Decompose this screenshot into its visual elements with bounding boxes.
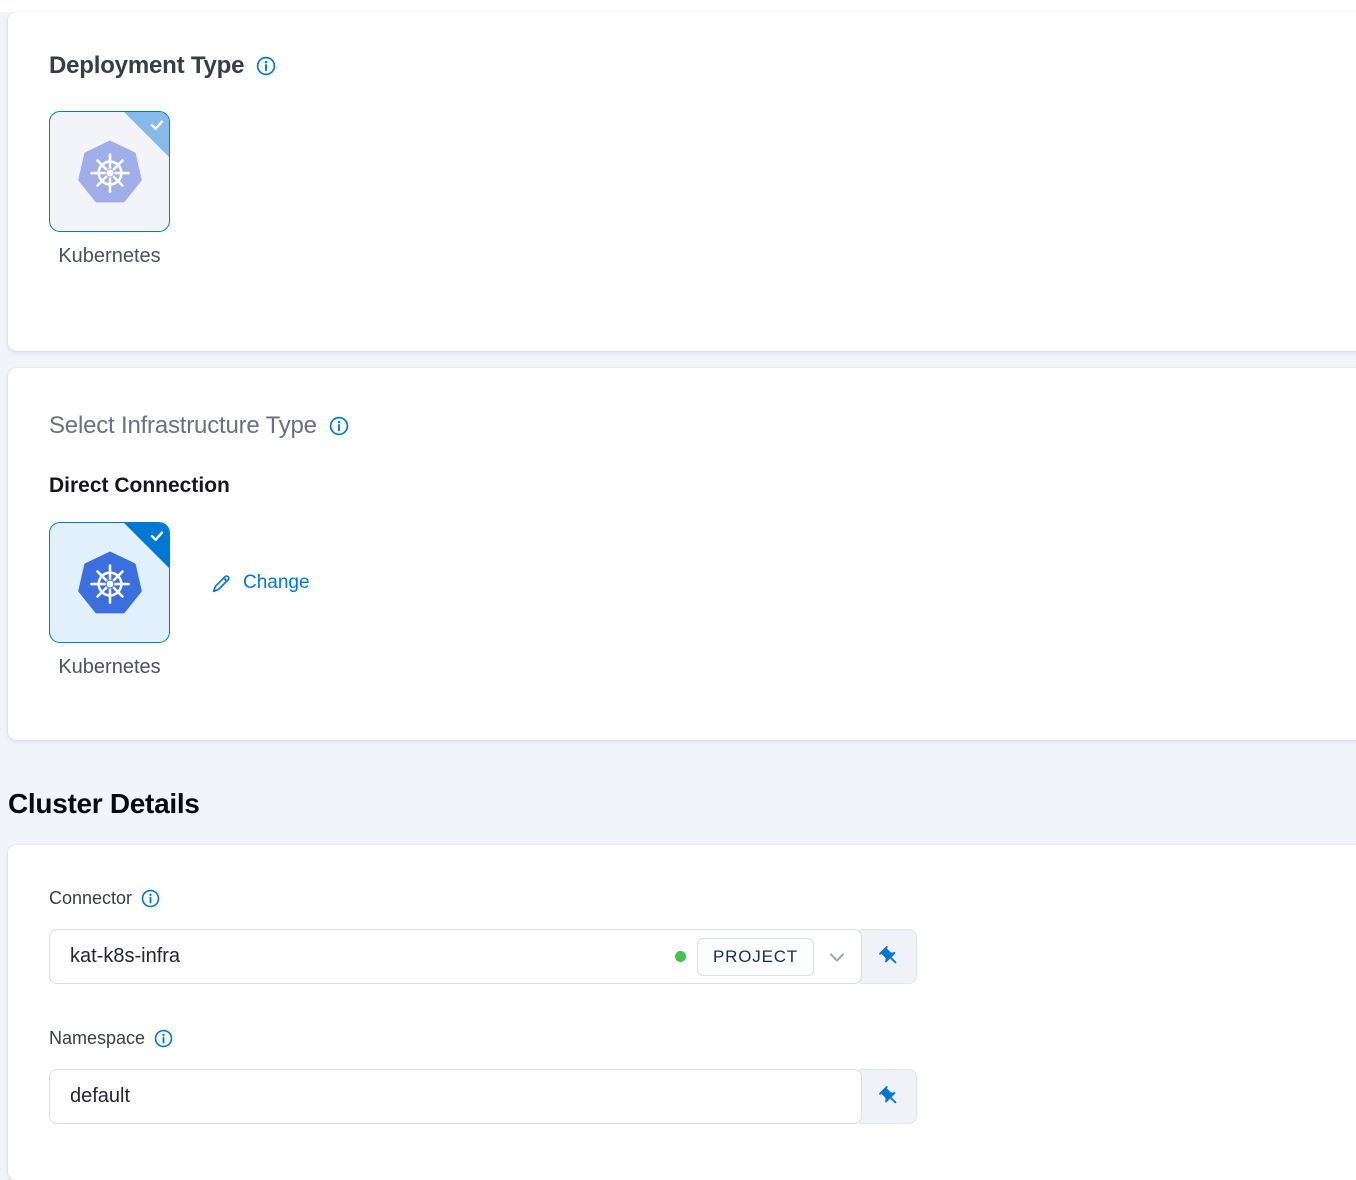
pencil-icon bbox=[210, 572, 232, 594]
change-label: Change bbox=[243, 572, 310, 594]
check-icon bbox=[149, 528, 165, 544]
namespace-pin-button[interactable] bbox=[854, 1069, 917, 1124]
pin-icon bbox=[878, 945, 901, 968]
connector-scope-badge: PROJECT bbox=[697, 938, 814, 976]
connector-label-row: Connector bbox=[49, 888, 1356, 909]
connector-status-dot bbox=[675, 951, 686, 962]
chevron-down-icon bbox=[826, 946, 848, 968]
infrastructure-tile-label: Kubernetes bbox=[58, 656, 160, 679]
infrastructure-tile-kubernetes[interactable] bbox=[49, 522, 170, 643]
kubernetes-icon bbox=[77, 550, 143, 616]
namespace-value: default bbox=[70, 1085, 848, 1108]
direct-connection-label: Direct Connection bbox=[49, 474, 1356, 498]
info-icon[interactable] bbox=[256, 56, 276, 76]
check-icon bbox=[149, 117, 165, 133]
cluster-details-card: Connector kat-k8s-infra PROJECT Namespac… bbox=[8, 845, 1356, 1180]
kubernetes-icon bbox=[77, 139, 143, 205]
infrastructure-title: Select Infrastructure Type bbox=[49, 412, 317, 440]
connector-value: kat-k8s-infra bbox=[70, 945, 675, 968]
info-icon[interactable] bbox=[154, 1029, 173, 1048]
namespace-label-row: Namespace bbox=[49, 1028, 1356, 1049]
info-icon[interactable] bbox=[141, 889, 160, 908]
deployment-tile-label: Kubernetes bbox=[58, 245, 160, 268]
change-infrastructure-button[interactable]: Change bbox=[210, 572, 310, 594]
namespace-input[interactable]: default bbox=[49, 1069, 862, 1124]
connector-input-row: kat-k8s-infra PROJECT bbox=[49, 929, 918, 984]
infrastructure-card: Select Infrastructure Type Direct Connec… bbox=[8, 368, 1356, 740]
namespace-label: Namespace bbox=[49, 1028, 145, 1049]
cluster-details-heading: Cluster Details bbox=[8, 788, 200, 820]
top-card-edge bbox=[0, 0, 1356, 12]
info-icon[interactable] bbox=[329, 416, 349, 436]
infrastructure-title-row: Select Infrastructure Type bbox=[49, 412, 1356, 440]
deployment-type-title-row: Deployment Type bbox=[49, 52, 1356, 80]
connector-select[interactable]: kat-k8s-infra PROJECT bbox=[49, 929, 862, 984]
connector-label: Connector bbox=[49, 888, 132, 909]
deployment-type-title: Deployment Type bbox=[49, 52, 244, 80]
deployment-type-card: Deployment Type Kubernetes bbox=[8, 12, 1356, 351]
pin-icon bbox=[878, 1085, 901, 1108]
namespace-input-row: default bbox=[49, 1069, 918, 1124]
connector-pin-button[interactable] bbox=[854, 929, 917, 984]
deployment-type-tile-kubernetes[interactable] bbox=[49, 111, 170, 232]
connector-dropdown-toggle[interactable] bbox=[826, 946, 848, 968]
